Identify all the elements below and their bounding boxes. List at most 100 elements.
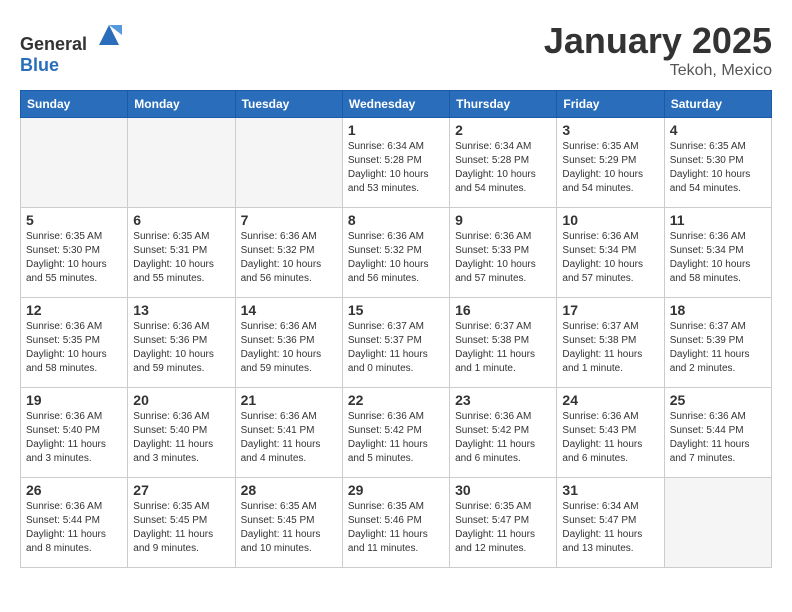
day-cell: 7Sunrise: 6:36 AM Sunset: 5:32 PM Daylig… (235, 208, 342, 298)
day-cell: 24Sunrise: 6:36 AM Sunset: 5:43 PM Dayli… (557, 388, 664, 478)
day-cell: 27 Sunrise: 6:35 AM Sunset: 5:45 PM Dayli… (128, 478, 235, 568)
day-number: 12 (26, 302, 122, 318)
day-info: Sunrise: 6:36 AM Sunset: 5:32 PM Dayligh… (348, 230, 444, 286)
day-cell: 19 Sunrise: 6:36 AM Sunset: 5:40 PM Dayli… (21, 388, 128, 478)
day-number: 25 (670, 392, 766, 408)
day-info: Sunrise: 6:34 AM Sunset: 5:47 PM Dayligh… (562, 500, 658, 556)
day-info: Sunrise: 6:35 AM Sunset: 5:46 PM Dayligh… (348, 500, 444, 556)
calendar-subtitle: Tekoh, Mexico (544, 62, 772, 80)
day-info: Sunrise: 6:36 AM Sunset: 5:32 PM Dayligh… (241, 230, 337, 286)
day-cell: 16Sunrise: 6:37 AM Sunset: 5:38 PM Dayli… (450, 298, 557, 388)
calendar-body: 1 Sunrise: 6:34 AM Sunset: 5:28 PM Daylig… (21, 118, 772, 568)
day-info: Sunrise: 6:36 AM Sunset: 5:44 PM Dayligh… (26, 500, 122, 556)
day-cell: 2Sunrise: 6:34 AM Sunset: 5:28 PM Daylig… (450, 118, 557, 208)
day-number: 14 (241, 302, 337, 318)
day-info: Sunrise: 6:37 AM Sunset: 5:38 PM Dayligh… (455, 320, 551, 376)
day-number: 4 (670, 122, 766, 138)
day-info: Sunrise: 6:36 AM Sunset: 5:40 PM Dayligh… (133, 410, 229, 466)
logo-icon (94, 20, 124, 50)
day-cell: 15Sunrise: 6:37 AM Sunset: 5:37 PM Dayli… (342, 298, 449, 388)
week-row-4: 19 Sunrise: 6:36 AM Sunset: 5:40 PM Dayli… (21, 388, 772, 478)
day-info: Sunrise: 6:36 AM Sunset: 5:36 PM Dayligh… (133, 320, 229, 376)
day-cell: 30 Sunrise: 6:35 AM Sunset: 5:47 PM Dayli… (450, 478, 557, 568)
day-info: Sunrise: 6:37 AM Sunset: 5:38 PM Dayligh… (562, 320, 658, 376)
day-number: 8 (348, 212, 444, 228)
day-cell (128, 118, 235, 208)
day-info: Sunrise: 6:35 AM Sunset: 5:47 PM Dayligh… (455, 500, 551, 556)
logo-blue: Blue (20, 55, 59, 75)
day-header-sunday: Sunday (21, 91, 128, 118)
day-cell: 13 Sunrise: 6:36 AM Sunset: 5:36 PM Dayli… (128, 298, 235, 388)
day-cell: 18 Sunrise: 6:37 AM Sunset: 5:39 PM Dayli… (664, 298, 771, 388)
day-header-saturday: Saturday (664, 91, 771, 118)
day-info: Sunrise: 6:35 AM Sunset: 5:45 PM Dayligh… (241, 500, 337, 556)
day-number: 20 (133, 392, 229, 408)
day-cell (235, 118, 342, 208)
day-cell: 29 Sunrise: 6:35 AM Sunset: 5:46 PM Dayli… (342, 478, 449, 568)
day-cell: 12 Sunrise: 6:36 AM Sunset: 5:35 PM Dayli… (21, 298, 128, 388)
day-header-wednesday: Wednesday (342, 91, 449, 118)
day-number: 21 (241, 392, 337, 408)
day-info: Sunrise: 6:36 AM Sunset: 5:42 PM Dayligh… (348, 410, 444, 466)
week-row-3: 12 Sunrise: 6:36 AM Sunset: 5:35 PM Dayli… (21, 298, 772, 388)
day-cell: 9Sunrise: 6:36 AM Sunset: 5:33 PM Daylig… (450, 208, 557, 298)
day-number: 19 (26, 392, 122, 408)
day-cell: 17 Sunrise: 6:37 AM Sunset: 5:38 PM Dayli… (557, 298, 664, 388)
day-cell: 25 Sunrise: 6:36 AM Sunset: 5:44 PM Dayli… (664, 388, 771, 478)
day-cell (21, 118, 128, 208)
day-number: 27 (133, 482, 229, 498)
day-cell: 26Sunrise: 6:36 AM Sunset: 5:44 PM Dayli… (21, 478, 128, 568)
day-cell: 20 Sunrise: 6:36 AM Sunset: 5:40 PM Dayli… (128, 388, 235, 478)
day-info: Sunrise: 6:35 AM Sunset: 5:45 PM Dayligh… (133, 500, 229, 556)
day-info: Sunrise: 6:35 AM Sunset: 5:30 PM Dayligh… (670, 140, 766, 196)
title-section: January 2025 Tekoh, Mexico (544, 20, 772, 80)
day-cell: 5 Sunrise: 6:35 AM Sunset: 5:30 PM Daylig… (21, 208, 128, 298)
day-cell: 4 Sunrise: 6:35 AM Sunset: 5:30 PM Daylig… (664, 118, 771, 208)
day-number: 17 (562, 302, 658, 318)
day-number: 6 (133, 212, 229, 228)
day-number: 15 (348, 302, 444, 318)
day-header-friday: Friday (557, 91, 664, 118)
day-info: Sunrise: 6:36 AM Sunset: 5:36 PM Dayligh… (241, 320, 337, 376)
day-number: 31 (562, 482, 658, 498)
week-row-5: 26Sunrise: 6:36 AM Sunset: 5:44 PM Dayli… (21, 478, 772, 568)
day-info: Sunrise: 6:34 AM Sunset: 5:28 PM Dayligh… (455, 140, 551, 196)
day-number: 29 (348, 482, 444, 498)
day-info: Sunrise: 6:36 AM Sunset: 5:42 PM Dayligh… (455, 410, 551, 466)
day-number: 9 (455, 212, 551, 228)
day-number: 30 (455, 482, 551, 498)
day-cell: 3Sunrise: 6:35 AM Sunset: 5:29 PM Daylig… (557, 118, 664, 208)
calendar-title: January 2025 (544, 20, 772, 62)
day-cell: 6Sunrise: 6:35 AM Sunset: 5:31 PM Daylig… (128, 208, 235, 298)
day-number: 13 (133, 302, 229, 318)
days-header-row: SundayMondayTuesdayWednesdayThursdayFrid… (21, 91, 772, 118)
day-info: Sunrise: 6:36 AM Sunset: 5:44 PM Dayligh… (670, 410, 766, 466)
day-info: Sunrise: 6:36 AM Sunset: 5:34 PM Dayligh… (670, 230, 766, 286)
day-number: 1 (348, 122, 444, 138)
day-number: 23 (455, 392, 551, 408)
day-info: Sunrise: 6:36 AM Sunset: 5:34 PM Dayligh… (562, 230, 658, 286)
week-row-1: 1 Sunrise: 6:34 AM Sunset: 5:28 PM Daylig… (21, 118, 772, 208)
day-number: 5 (26, 212, 122, 228)
day-number: 22 (348, 392, 444, 408)
day-cell: 28Sunrise: 6:35 AM Sunset: 5:45 PM Dayli… (235, 478, 342, 568)
day-number: 11 (670, 212, 766, 228)
day-cell: 22 Sunrise: 6:36 AM Sunset: 5:42 PM Dayli… (342, 388, 449, 478)
day-info: Sunrise: 6:37 AM Sunset: 5:39 PM Dayligh… (670, 320, 766, 376)
day-number: 3 (562, 122, 658, 138)
day-info: Sunrise: 6:36 AM Sunset: 5:43 PM Dayligh… (562, 410, 658, 466)
day-header-tuesday: Tuesday (235, 91, 342, 118)
week-row-2: 5 Sunrise: 6:35 AM Sunset: 5:30 PM Daylig… (21, 208, 772, 298)
day-cell: 31 Sunrise: 6:34 AM Sunset: 5:47 PM Dayli… (557, 478, 664, 568)
day-info: Sunrise: 6:36 AM Sunset: 5:41 PM Dayligh… (241, 410, 337, 466)
day-info: Sunrise: 6:36 AM Sunset: 5:35 PM Dayligh… (26, 320, 122, 376)
calendar-table: SundayMondayTuesdayWednesdayThursdayFrid… (20, 90, 772, 568)
day-info: Sunrise: 6:35 AM Sunset: 5:30 PM Dayligh… (26, 230, 122, 286)
day-cell: 11 Sunrise: 6:36 AM Sunset: 5:34 PM Dayli… (664, 208, 771, 298)
day-info: Sunrise: 6:36 AM Sunset: 5:40 PM Dayligh… (26, 410, 122, 466)
day-number: 10 (562, 212, 658, 228)
day-header-monday: Monday (128, 91, 235, 118)
day-number: 18 (670, 302, 766, 318)
day-cell: 14 Sunrise: 6:36 AM Sunset: 5:36 PM Dayli… (235, 298, 342, 388)
day-cell: 21 Sunrise: 6:36 AM Sunset: 5:41 PM Dayli… (235, 388, 342, 478)
